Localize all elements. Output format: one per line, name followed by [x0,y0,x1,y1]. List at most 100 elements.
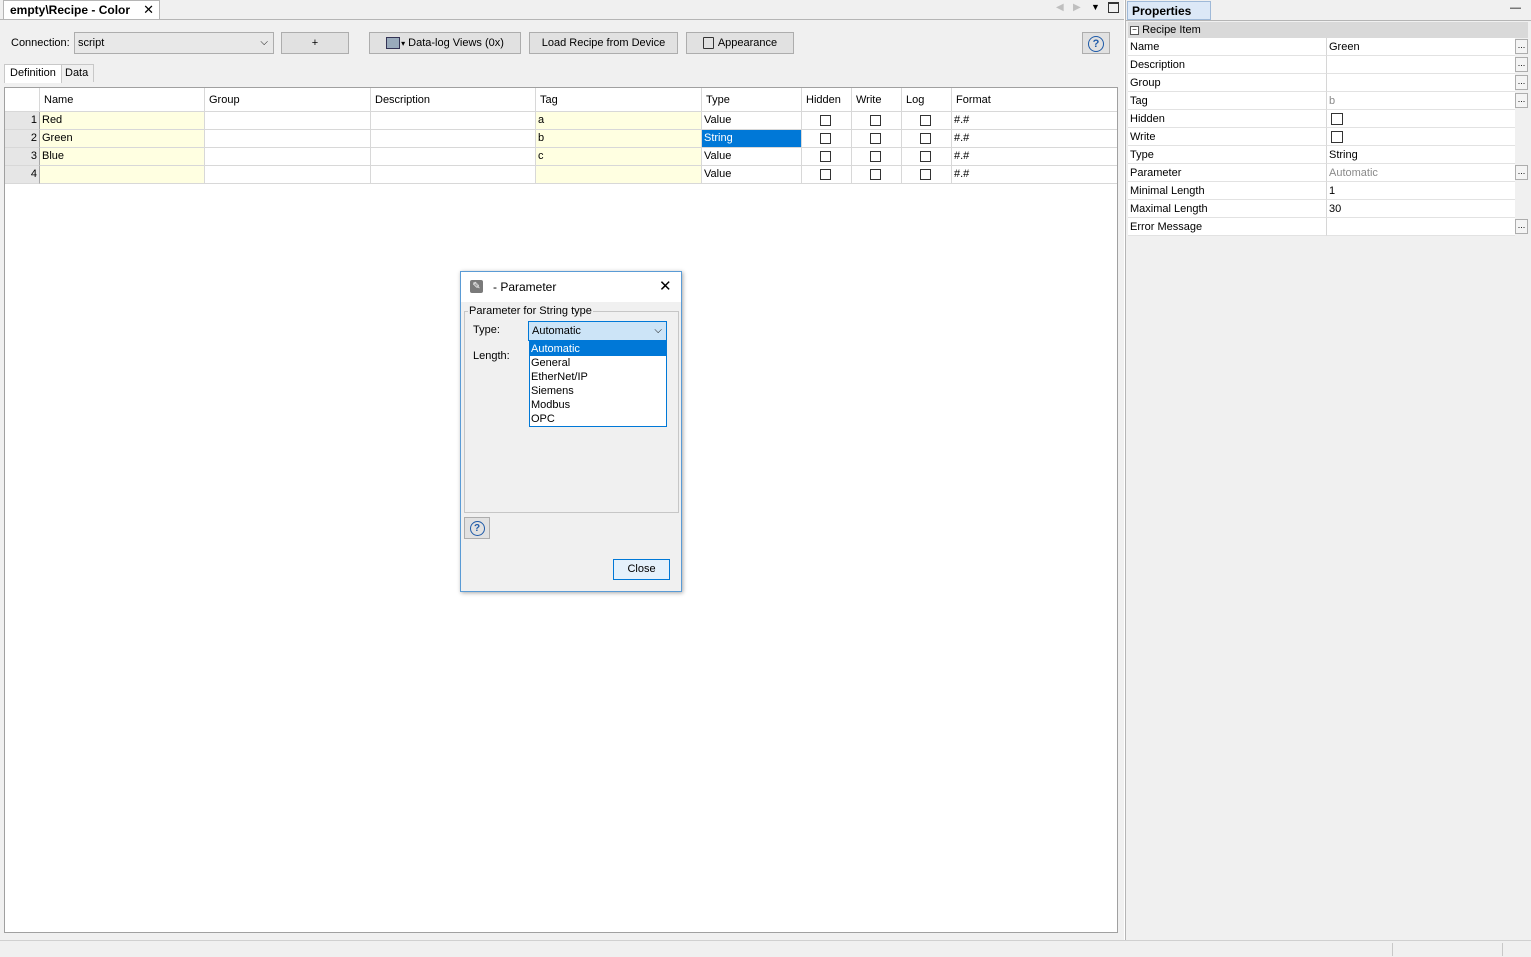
hidden-checkbox[interactable] [820,133,831,144]
write-checkbox[interactable] [870,115,881,126]
property-value[interactable]: String [1327,146,1515,164]
cell-tag[interactable] [536,166,702,184]
cell-type[interactable]: Value [702,166,802,184]
column-header-group[interactable]: Group [205,88,371,112]
help-button[interactable]: ? [1082,32,1110,54]
log-checkbox[interactable] [920,151,931,162]
property-value[interactable] [1327,110,1515,128]
appearance-button[interactable]: Appearance [686,32,794,54]
property-checkbox[interactable] [1331,113,1343,125]
cell-name[interactable]: Blue [40,148,205,166]
document-tab[interactable]: empty\Recipe - Color ✕ [3,0,160,19]
property-value[interactable]: 30 [1327,200,1515,218]
tab-definition[interactable]: Definition [4,64,62,83]
properties-title: Properties [1127,1,1211,20]
type-option[interactable]: Siemens [530,384,666,398]
close-dialog-icon[interactable]: ✕ [659,277,672,295]
write-checkbox[interactable] [870,133,881,144]
hidden-checkbox[interactable] [820,151,831,162]
tab-list-icon[interactable]: ▼ [1091,2,1100,12]
type-option[interactable]: EtherNet/IP [530,370,666,384]
row-number[interactable]: 2 [5,130,40,148]
hidden-checkbox[interactable] [820,169,831,180]
cell-name[interactable] [40,166,205,184]
cell-tag[interactable]: b [536,130,702,148]
dialog-help-button[interactable]: ? [464,517,490,539]
ellipsis-button[interactable]: ... [1515,165,1528,180]
type-options-list[interactable]: Automatic General EtherNet/IP Siemens Modbus… [529,341,667,427]
connection-select[interactable]: script ⌵ [74,32,274,54]
cell-format[interactable]: #.# [952,112,1117,130]
column-header-type[interactable]: Type [702,88,802,112]
tab-data[interactable]: Data [60,64,95,82]
cell-group[interactable] [205,148,371,166]
property-checkbox[interactable] [1331,131,1343,143]
close-button[interactable]: Close [613,559,670,580]
log-checkbox[interactable] [920,169,931,180]
dialog-titlebar: ✎ - Parameter ✕ [461,272,681,302]
property-value[interactable] [1327,128,1515,146]
cell-description[interactable] [371,148,536,166]
scroll-left-icon[interactable]: ◀ [1056,2,1064,13]
property-value[interactable]: b [1327,92,1515,110]
type-select[interactable]: Automatic ⌵ [528,321,667,341]
property-value[interactable]: Green [1327,38,1515,56]
section-recipe-item[interactable]: − Recipe Item [1128,22,1528,38]
property-value[interactable] [1327,218,1515,236]
property-value[interactable] [1327,74,1515,92]
type-option[interactable]: Automatic [530,342,666,356]
row-number[interactable]: 4 [5,166,40,184]
ellipsis-button[interactable]: ... [1515,39,1528,54]
cell-group[interactable] [205,166,371,184]
log-checkbox[interactable] [920,133,931,144]
ellipsis-button[interactable]: ... [1515,57,1528,72]
cell-format[interactable]: #.# [952,148,1117,166]
chevron-down-icon: ⌵ [654,325,662,336]
cell-type[interactable]: String [702,130,802,148]
write-checkbox[interactable] [870,169,881,180]
column-header-format[interactable]: Format [952,88,1117,112]
type-option[interactable]: Modbus [530,398,666,412]
datalog-views-button[interactable]: ▾ Data-log Views (0x) [369,32,521,54]
cell-type[interactable]: Value [702,112,802,130]
close-tab-icon[interactable]: ✕ [143,1,154,19]
row-number[interactable]: 1 [5,112,40,130]
add-connection-button[interactable]: + [281,32,349,54]
column-header-hidden[interactable]: Hidden [802,88,852,112]
collapse-icon[interactable]: − [1130,25,1139,35]
log-checkbox[interactable] [920,115,931,126]
cell-type[interactable]: Value [702,148,802,166]
cell-name[interactable]: Red [40,112,205,130]
appearance-label: Appearance [717,37,778,49]
property-value[interactable] [1327,56,1515,74]
cell-description[interactable] [371,112,536,130]
load-recipe-button[interactable]: Load Recipe from Device [529,32,678,54]
cell-group[interactable] [205,130,371,148]
cell-group[interactable] [205,112,371,130]
write-checkbox[interactable] [870,151,881,162]
cell-format[interactable]: #.# [952,166,1117,184]
column-header-description[interactable]: Description [371,88,536,112]
property-value[interactable]: 1 [1327,182,1515,200]
minimize-panel-icon[interactable]: — [1510,2,1521,14]
cell-tag[interactable]: c [536,148,702,166]
cell-name[interactable]: Green [40,130,205,148]
column-header-name[interactable]: Name [40,88,205,112]
column-header-tag[interactable]: Tag [536,88,702,112]
column-header-log[interactable]: Log [902,88,952,112]
ellipsis-button[interactable]: ... [1515,93,1528,108]
ellipsis-button[interactable]: ... [1515,75,1528,90]
type-option[interactable]: OPC [530,412,666,426]
cell-tag[interactable]: a [536,112,702,130]
ellipsis-button[interactable]: ... [1515,219,1528,234]
maximize-icon[interactable] [1108,2,1119,13]
scroll-right-icon[interactable]: ▶ [1073,2,1081,13]
type-option[interactable]: General [530,356,666,370]
property-value[interactable]: Automatic [1327,164,1515,182]
column-header-write[interactable]: Write [852,88,902,112]
cell-format[interactable]: #.# [952,130,1117,148]
hidden-checkbox[interactable] [820,115,831,126]
cell-description[interactable] [371,166,536,184]
cell-description[interactable] [371,130,536,148]
row-number[interactable]: 3 [5,148,40,166]
